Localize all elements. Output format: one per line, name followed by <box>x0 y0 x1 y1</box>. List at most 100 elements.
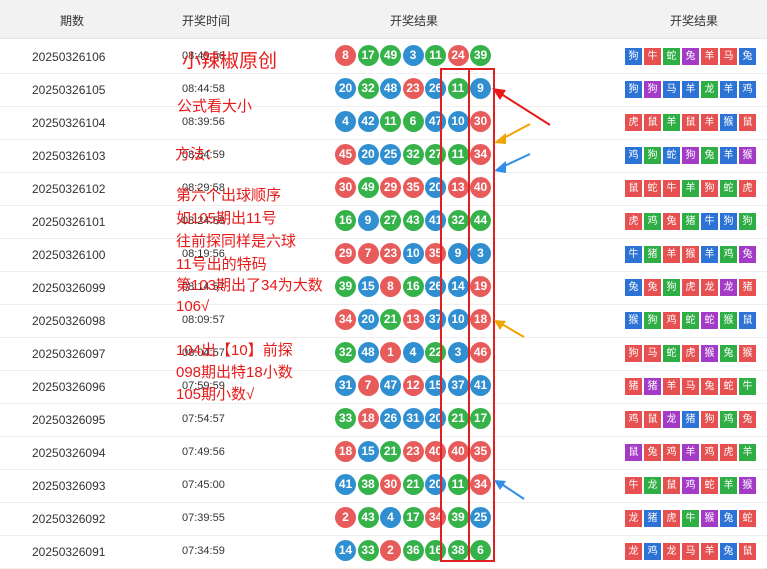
draw-time: 07:54:57 <box>182 413 225 425</box>
table-row: 20250326096 07:59:59 31 7 47 12 15 37 41 猪猪羊马兔蛇牛 <box>0 369 767 404</box>
zodiac-tag: 鸡 <box>625 147 642 164</box>
lottery-ball: 8 <box>380 276 401 297</box>
lottery-ball: 32 <box>335 342 356 363</box>
lottery-ball: 29 <box>335 243 356 264</box>
lottery-ball: 8 <box>335 45 356 66</box>
draw-time: 07:39:55 <box>182 512 225 524</box>
zodiac-tag: 龙 <box>625 543 642 560</box>
zodiac-tag: 牛 <box>663 180 680 197</box>
zodiac-tag: 蛇 <box>720 378 737 395</box>
zodiac-tag: 猴 <box>682 246 699 263</box>
table-row: 20250326100 08:19:56 29 7 23 10 35 9 3 牛猪羊猴羊鸡兔 <box>0 237 767 272</box>
zodiac-tag: 牛 <box>682 510 699 527</box>
table-header: 期数 开奖时间 开奖结果 开奖结果 <box>0 0 767 39</box>
lottery-ball: 3 <box>402 45 424 66</box>
zodiac-tag: 龙 <box>701 81 718 98</box>
zodiac-tag: 虎 <box>682 345 699 362</box>
zodiac-tag: 鼠 <box>625 444 642 461</box>
lottery-ball: 23 <box>402 78 424 99</box>
table-row: 20250326098 08:09:57 34 20 21 13 37 10 18 猴狗鸡蛇蛇猴鼠 <box>0 303 767 338</box>
zodiac-tag: 鸡 <box>720 246 737 263</box>
zodiac-tag: 猴 <box>625 312 642 329</box>
lottery-ball: 34 <box>335 309 356 330</box>
zodiac-tag: 狗 <box>644 81 661 98</box>
lottery-ball: 33 <box>357 540 379 561</box>
lottery-ball: 41 <box>335 474 356 495</box>
zodiac-tag: 鸡 <box>663 444 680 461</box>
zodiac-tag: 兔 <box>663 213 680 230</box>
table-row: 20250326104 08:39:56 4 42 11 6 47 10 30 虎鼠羊鼠羊猴鼠 <box>0 105 767 140</box>
lottery-ball: 43 <box>357 507 379 528</box>
zodiac-tag: 兔 <box>701 147 718 164</box>
header-issue: 期数 <box>60 14 85 28</box>
zodiac-tag: 鸡 <box>720 411 737 428</box>
table-row: 20250326095 07:54:57 33 18 26 31 20 21 17 鸡鼠龙猪狗鸡兔 <box>0 402 767 437</box>
lottery-ball: 15 <box>357 276 379 297</box>
zodiac-tag: 羊 <box>663 114 680 131</box>
lottery-ball: 1 <box>380 342 401 363</box>
zodiac-tag: 牛 <box>739 378 756 395</box>
zodiac-tag: 猪 <box>644 378 661 395</box>
lottery-ball: 29 <box>380 177 401 198</box>
zodiac-tag: 马 <box>682 543 699 560</box>
zodiac-tag: 鸡 <box>739 81 756 98</box>
zodiac-tag: 狗 <box>701 180 718 197</box>
zodiac-tag: 鸡 <box>701 444 718 461</box>
lottery-ball: 16 <box>402 276 424 297</box>
annotation-title: 小辣椒原创 <box>182 51 278 72</box>
zodiac-tag: 猪 <box>644 510 661 527</box>
lottery-ball: 43 <box>402 210 424 231</box>
lottery-ball: 26 <box>380 408 401 429</box>
draw-time: 07:45:00 <box>182 479 225 491</box>
lottery-ball: 11 <box>425 45 446 66</box>
zodiac-tag: 猪 <box>682 213 699 230</box>
lottery-ball: 7 <box>357 243 379 264</box>
zodiac-tag: 兔 <box>720 510 737 527</box>
zodiac-tag: 羊 <box>720 477 737 494</box>
zodiac-tag: 虎 <box>625 213 642 230</box>
lottery-ball: 49 <box>357 177 379 198</box>
zodiac-tag: 猴 <box>739 477 756 494</box>
lottery-ball: 48 <box>380 78 401 99</box>
zodiac-tag: 兔 <box>739 411 756 428</box>
lottery-ball: 30 <box>335 177 356 198</box>
issue-number: 20250326106 <box>32 50 106 64</box>
zodiac-tag: 羊 <box>663 246 680 263</box>
zodiac-tag: 马 <box>720 48 737 65</box>
issue-number: 20250326092 <box>32 512 106 526</box>
lottery-ball: 13 <box>402 309 424 330</box>
zodiac-tag: 羊 <box>701 114 718 131</box>
zodiac-tag: 猴 <box>720 114 737 131</box>
zodiac-tag: 鼠 <box>644 411 661 428</box>
lottery-ball: 20 <box>335 78 356 99</box>
annotation-line: 105期小数√ <box>176 386 255 403</box>
zodiac-tag: 羊 <box>701 48 718 65</box>
zodiac-tag: 虎 <box>739 180 756 197</box>
zodiac-tag: 蛇 <box>663 147 680 164</box>
lottery-ball: 14 <box>335 540 356 561</box>
draw-time: 08:44:58 <box>182 83 225 95</box>
lottery-ball: 2 <box>380 540 401 561</box>
zodiac-tag: 狗 <box>644 147 661 164</box>
zodiac-tag: 蛇 <box>739 510 756 527</box>
zodiac-tag: 虎 <box>682 279 699 296</box>
issue-number: 20250326097 <box>32 347 106 361</box>
zodiac-tag: 狗 <box>625 345 642 362</box>
lottery-ball: 7 <box>357 375 379 396</box>
lottery-ball: 11 <box>380 111 401 132</box>
lottery-ball: 10 <box>402 243 424 264</box>
zodiac-tag: 鼠 <box>739 114 756 131</box>
lottery-ball: 21 <box>402 474 424 495</box>
zodiac-tag: 猴 <box>701 345 718 362</box>
zodiac-tag: 蛇 <box>663 345 680 362</box>
annotation-line: 106√ <box>176 298 210 315</box>
issue-number: 20250326100 <box>32 248 106 262</box>
zodiac-tag: 兔 <box>625 279 642 296</box>
zodiac-tag: 兔 <box>644 444 661 461</box>
lottery-ball: 27 <box>380 210 401 231</box>
lottery-ball: 17 <box>402 507 424 528</box>
zodiac-tag: 兔 <box>739 246 756 263</box>
lottery-ball: 23 <box>402 441 424 462</box>
lottery-ball: 16 <box>335 210 356 231</box>
lottery-ball: 45 <box>335 144 356 165</box>
